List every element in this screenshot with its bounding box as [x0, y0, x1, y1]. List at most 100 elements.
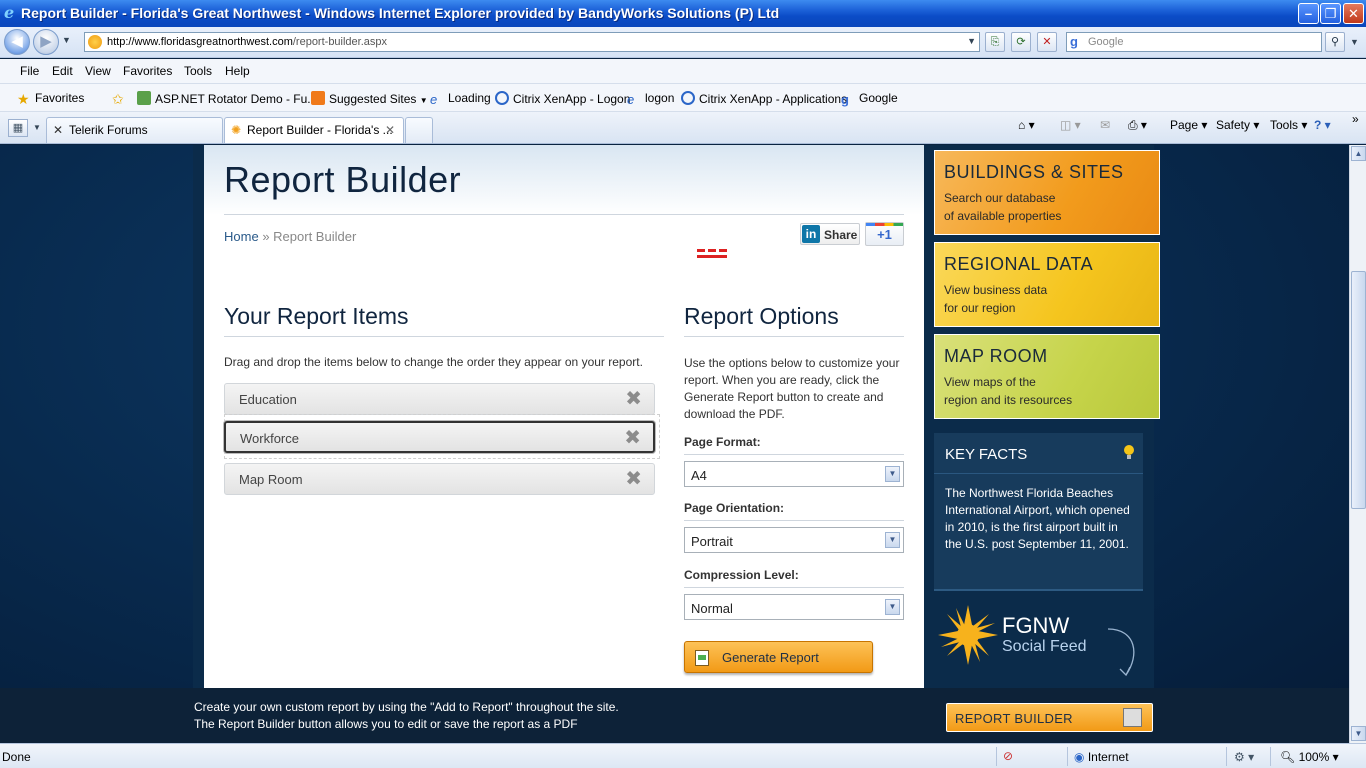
close-tab-icon[interactable]: ✕ [385, 123, 395, 137]
page-menu[interactable]: Page ▾ [1170, 118, 1207, 132]
stop-button[interactable]: ✕ [1037, 32, 1057, 52]
search-button[interactable]: ⚲ [1325, 32, 1345, 52]
generate-report-button[interactable]: Generate Report [684, 641, 873, 673]
address-dropdown-icon[interactable]: ▼ [967, 36, 976, 46]
page-format-select[interactable]: A4 ▼ [684, 461, 904, 487]
page-viewport: Report Builder Home » Report Builder in … [0, 145, 1349, 743]
promo-regional-data[interactable]: REGIONAL DATA View business data for our … [934, 242, 1160, 327]
new-tab-button[interactable] [405, 117, 433, 143]
favorites-button[interactable]: ★ Favorites [17, 91, 84, 106]
print-icon[interactable]: ⎙ ▾ [1128, 118, 1147, 133]
promo-line: for our region [944, 301, 1016, 315]
favorites-bar: ★ Favorites ✩ ASP.NET Rotator Demo - Fu..… [0, 84, 1366, 112]
menu-favorites[interactable]: Favorites [123, 64, 172, 78]
feeds-icon[interactable]: ◫ ▾ [1060, 118, 1081, 132]
chevron-down-icon[interactable]: ▼ [885, 466, 900, 482]
recent-pages-dropdown-icon[interactable]: ▼ [62, 35, 71, 45]
remove-item-icon[interactable]: ✖ [624, 427, 641, 449]
page-orientation-select[interactable]: Portrait ▼ [684, 527, 904, 553]
refresh-button[interactable]: ⟳ [1011, 32, 1031, 52]
promo-heading: REGIONAL DATA [944, 254, 1094, 274]
page-title: Report Builder [224, 159, 462, 200]
fav-item-loading[interactable]: e Loading [430, 91, 491, 107]
navigation-bar: ◀ ▶ ▼ http://www.floridasgreatnorthwest.… [0, 27, 1366, 58]
report-item-map-room[interactable]: Map Room ✖ [224, 463, 655, 495]
report-builder-button[interactable]: REPORT BUILDER [946, 703, 1153, 732]
report-options-description: Use the options below to customize your … [684, 356, 900, 421]
url-path: /report-builder.aspx [292, 36, 388, 48]
site-footer: Create your own custom report by using t… [0, 688, 1349, 743]
chevron-more-icon[interactable]: » [1352, 112, 1359, 126]
popup-blocked-icon[interactable]: ⊘ [1003, 749, 1013, 763]
promo-subtext: View business data for our region [944, 281, 1047, 317]
report-builder-label: REPORT BUILDER [955, 711, 1073, 726]
menu-tools[interactable]: Tools [184, 64, 212, 78]
search-box[interactable]: g Google [1066, 32, 1322, 52]
key-facts-divider [934, 473, 1143, 474]
breadcrumb-home-link[interactable]: Home [224, 229, 259, 244]
fav-item-citrix-applications[interactable]: Citrix XenApp - Applications [681, 91, 847, 106]
tab-list-dropdown-icon[interactable]: ▼ [33, 123, 41, 132]
footer-line-2: The Report Builder button allows you to … [194, 717, 578, 731]
maximize-button[interactable]: ❐ [1320, 3, 1341, 24]
breadcrumb-separator: » [262, 229, 270, 244]
tools-menu[interactable]: Tools ▾ [1270, 118, 1307, 132]
search-options-dropdown-icon[interactable]: ▼ [1350, 37, 1359, 47]
zoom-level[interactable]: 🔍︎ 100% ▾ [1280, 750, 1339, 764]
linkedin-share-button[interactable]: in Share [800, 223, 860, 245]
remove-item-icon[interactable]: ✖ [625, 388, 642, 410]
sunburst-logo-icon [938, 605, 998, 665]
menu-help[interactable]: Help [225, 64, 250, 78]
promo-line: View business data [944, 283, 1048, 297]
forward-button[interactable]: ▶ [33, 29, 59, 55]
report-item-workforce[interactable]: Workforce ✖ [224, 421, 655, 453]
security-zone[interactable]: ◉ Internet [1074, 750, 1129, 764]
scrollbar-thumb[interactable] [1351, 271, 1366, 509]
vertical-scrollbar[interactable]: ▲ ▼ [1349, 145, 1366, 743]
compatibility-view-button[interactable]: ⎘ [985, 32, 1005, 52]
google-plus-one-button[interactable]: +1 [865, 222, 904, 246]
protected-mode-icon[interactable]: ⚙ ▾ [1234, 750, 1254, 764]
remove-item-icon[interactable]: ✖ [625, 468, 642, 490]
fav-item-citrix-logon[interactable]: Citrix XenApp - Logon [495, 91, 630, 106]
tab-report-builder[interactable]: ✺ Report Builder - Florida's ... ✕ [224, 117, 404, 143]
tab-telerik-forums[interactable]: ✕ Telerik Forums [46, 117, 223, 143]
menu-edit[interactable]: Edit [52, 64, 73, 78]
back-button[interactable]: ◀ [4, 29, 30, 55]
address-bar[interactable]: http://www.floridasgreatnorthwest.com/re… [84, 32, 980, 52]
fav-item-logon[interactable]: e logon [627, 91, 674, 107]
linkedin-icon: in [802, 225, 820, 243]
close-window-button[interactable]: ✕ [1343, 3, 1364, 24]
report-item-label: Workforce [240, 431, 299, 446]
fav-item-suggested-sites[interactable]: Suggested Sites ▼ [311, 91, 428, 106]
home-icon[interactable]: ⌂ ▾ [1018, 118, 1035, 132]
chevron-down-icon[interactable]: ▼ [885, 599, 900, 615]
compression-level-select[interactable]: Normal ▼ [684, 594, 904, 620]
citrix-icon [495, 91, 509, 105]
fav-label: Loading [448, 91, 491, 105]
social-feed-link[interactable]: FGNW Social Feed [938, 605, 1138, 685]
google-icon: g [1070, 34, 1078, 49]
report-item-education[interactable]: Education ✖ [224, 383, 655, 415]
safety-menu[interactable]: Safety ▾ [1216, 118, 1259, 132]
scroll-down-icon[interactable]: ▼ [1351, 726, 1366, 741]
fav-item-aspnet-rotator[interactable]: ASP.NET Rotator Demo - Fu... [137, 91, 317, 106]
menu-view[interactable]: View [85, 64, 111, 78]
citrix-icon [681, 91, 695, 105]
quick-tabs-button[interactable]: ▦ [8, 119, 28, 137]
scroll-up-icon[interactable]: ▲ [1351, 146, 1366, 161]
minimize-button[interactable]: – [1298, 3, 1319, 24]
promo-subtext: Search our database of available properti… [944, 189, 1061, 225]
page-orientation-value: Portrait [691, 534, 733, 549]
report-item-label: Map Room [239, 472, 303, 487]
fav-item-google[interactable]: g Google [841, 91, 898, 107]
read-mail-icon[interactable]: ✉ [1100, 118, 1110, 132]
add-to-favorites-bar-button[interactable]: ✩ [112, 91, 130, 106]
google-icon: g [841, 92, 849, 107]
menu-file[interactable]: File [20, 64, 39, 78]
divider [1067, 747, 1068, 766]
promo-buildings-sites[interactable]: BUILDINGS & SITES Search our database of … [934, 150, 1160, 235]
help-icon[interactable]: ? ▾ [1314, 118, 1331, 132]
promo-map-room[interactable]: MAP ROOM View maps of the region and its … [934, 334, 1160, 419]
chevron-down-icon[interactable]: ▼ [885, 532, 900, 548]
